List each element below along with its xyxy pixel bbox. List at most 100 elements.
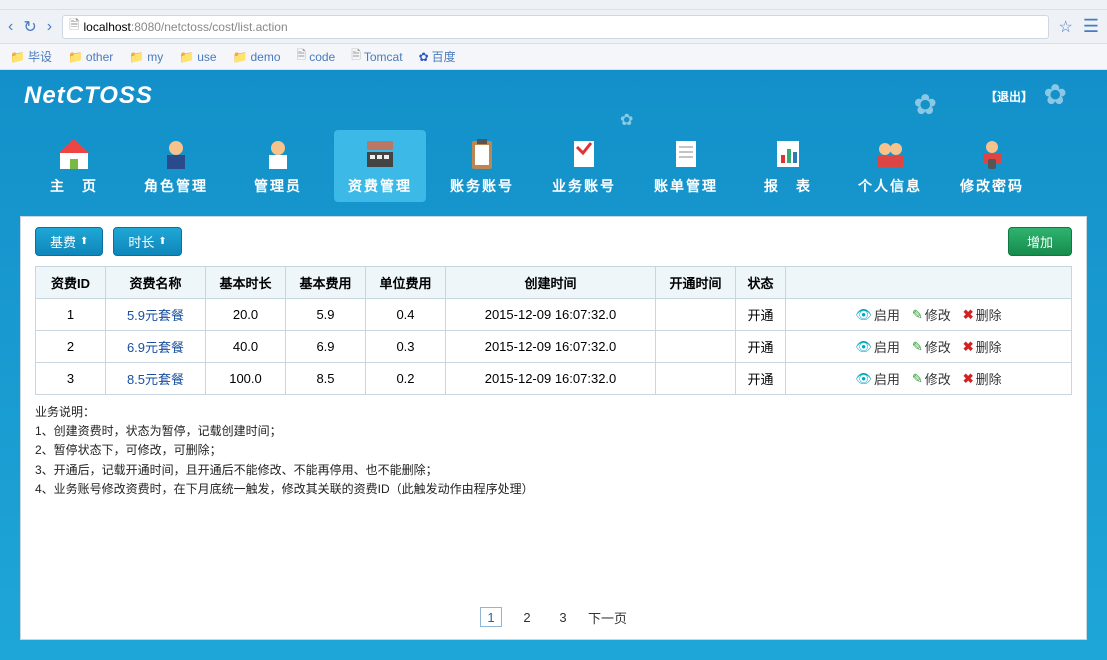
nav-service[interactable]: 业务账号 (538, 130, 630, 202)
sort-fee-button[interactable]: 基费⬆ (35, 227, 103, 256)
clipboard-icon (464, 136, 500, 172)
cell-status: 开通 (736, 363, 786, 395)
admin-icon (260, 136, 296, 172)
table-row: 26.9元套餐40.06.90.32015-12-09 16:07:32.0开通… (36, 331, 1072, 363)
table-row: 15.9元套餐20.05.90.42015-12-09 16:07:32.0开通… (36, 299, 1072, 331)
package-link[interactable]: 8.5元套餐 (127, 372, 184, 387)
eye-icon: 👁 (855, 371, 872, 387)
cell-dur: 100.0 (206, 363, 286, 395)
bookmark-item[interactable]: 📁my (129, 50, 163, 64)
cell-actions: 👁启用 ✎修改 ✖删除 (786, 363, 1072, 395)
col-base: 基本费用 (286, 267, 366, 299)
sort-time-button[interactable]: 时长⬆ (113, 227, 181, 256)
role-icon (158, 136, 194, 172)
bill-icon (668, 136, 704, 172)
star-icon[interactable]: ☆ (1059, 17, 1073, 37)
cell-ctime: 2015-12-09 16:07:32.0 (446, 331, 656, 363)
nav-profile[interactable]: 个人信息 (844, 130, 936, 202)
package-link[interactable]: 6.9元套餐 (127, 340, 184, 355)
url-host: localhost (84, 20, 131, 34)
add-button[interactable]: 增加 (1008, 227, 1072, 256)
cell-name: 5.9元套餐 (106, 299, 206, 331)
cell-unit: 0.3 (366, 331, 446, 363)
nav-report[interactable]: 报 表 (742, 130, 834, 202)
app-header: NetCTOSS 退出 (0, 70, 1107, 122)
delete-action[interactable]: ✖删除 (963, 369, 1002, 388)
page-3[interactable]: 3 (552, 607, 574, 627)
main-nav: 主 页 角色管理 管理员 资费管理 账务账号 业务账号 账单管理 报 表 (0, 122, 1107, 202)
address-bar[interactable]: 🗎 localhost:8080/netctoss/cost/list.acti… (62, 15, 1048, 39)
cell-unit: 0.2 (366, 363, 446, 395)
cost-table: 资费ID 资费名称 基本时长 基本费用 单位费用 创建时间 开通时间 状态 1 5… (35, 266, 1072, 395)
delete-icon: ✖ (963, 307, 974, 323)
edit-action[interactable]: ✎修改 (912, 337, 951, 356)
page-2[interactable]: 2 (516, 607, 538, 627)
col-status: 状态 (736, 267, 786, 299)
nav-password[interactable]: 修改密码 (946, 130, 1038, 202)
reload-icon[interactable]: ↻ (23, 17, 36, 37)
menu-icon[interactable]: ☰ (1083, 16, 1099, 37)
nav-cost[interactable]: 资费管理 (334, 130, 426, 202)
page-icon: 🗎 (297, 46, 307, 67)
edit-action[interactable]: ✎修改 (912, 305, 951, 324)
col-dur: 基本时长 (206, 267, 286, 299)
cell-ctime: 2015-12-09 16:07:32.0 (446, 299, 656, 331)
forward-icon[interactable]: › (47, 18, 52, 36)
nav-account[interactable]: 账务账号 (436, 130, 528, 202)
col-name: 资费名称 (106, 267, 206, 299)
cell-unit: 0.4 (366, 299, 446, 331)
arrow-up-icon: ⬆ (80, 236, 88, 247)
table-header-row: 资费ID 资费名称 基本时长 基本费用 单位费用 创建时间 开通时间 状态 (36, 267, 1072, 299)
edit-action[interactable]: ✎修改 (912, 369, 951, 388)
nav-bill[interactable]: 账单管理 (640, 130, 732, 202)
page-1[interactable]: 1 (480, 607, 502, 627)
enable-action[interactable]: 👁启用 (855, 337, 900, 356)
notes-line: 2、暂停状态下，可修改，可删除； (35, 441, 1072, 460)
page-icon: 🗎 (69, 16, 79, 38)
nav-roles[interactable]: 角色管理 (130, 130, 222, 202)
page-next[interactable]: 下一页 (588, 608, 627, 627)
eye-icon: 👁 (855, 339, 872, 355)
notes-line: 4、业务账号修改资费时，在下月底统一触发，修改其关联的资费ID（此触发动作由程序… (35, 480, 1072, 499)
cell-actions: 👁启用 ✎修改 ✖删除 (786, 331, 1072, 363)
cell-otime (656, 363, 736, 395)
col-unit: 单位费用 (366, 267, 446, 299)
bookmark-item[interactable]: 📁use (179, 50, 216, 64)
nav-admin[interactable]: 管理员 (232, 130, 324, 202)
cell-id: 2 (36, 331, 106, 363)
notes-line: 3、开通后，记载开通时间，且开通后不能修改、不能再停用、也不能删除； (35, 461, 1072, 480)
cell-base: 8.5 (286, 363, 366, 395)
delete-icon: ✖ (963, 371, 974, 387)
app-root: ✿ ✿ ✿ NetCTOSS 退出 主 页 角色管理 管理员 资费管理 账务账号… (0, 70, 1107, 660)
delete-action[interactable]: ✖删除 (963, 337, 1002, 356)
delete-action[interactable]: ✖删除 (963, 305, 1002, 324)
back-icon[interactable]: ‹ (8, 18, 13, 36)
package-link[interactable]: 5.9元套餐 (127, 308, 184, 323)
home-icon (56, 136, 92, 172)
nav-home[interactable]: 主 页 (28, 130, 120, 202)
enable-action[interactable]: 👁启用 (855, 369, 900, 388)
browser-tabstrip (0, 0, 1107, 10)
folder-icon: 📁 (179, 50, 194, 64)
people-icon (872, 136, 908, 172)
eye-icon: 👁 (855, 307, 872, 323)
bookmark-item[interactable]: 📁demo (233, 50, 281, 64)
logout-link[interactable]: 退出 (985, 88, 1033, 105)
enable-action[interactable]: 👁启用 (855, 305, 900, 324)
bookmark-item[interactable]: 🗎Tomcat (351, 46, 402, 67)
cell-otime (656, 299, 736, 331)
cell-name: 8.5元套餐 (106, 363, 206, 395)
cell-status: 开通 (736, 331, 786, 363)
report-icon (770, 136, 806, 172)
cell-id: 1 (36, 299, 106, 331)
bookmark-item[interactable]: 🗎code (297, 46, 336, 67)
baidu-icon: ✿ (419, 50, 429, 64)
delete-icon: ✖ (963, 339, 974, 355)
browser-toolbar: ‹ ↻ › 🗎 localhost:8080/netctoss/cost/lis… (0, 10, 1107, 44)
folder-icon: 📁 (10, 50, 25, 64)
bookmark-item[interactable]: 📁other (68, 50, 113, 64)
col-actions (786, 267, 1072, 299)
bookmark-item[interactable]: 📁毕设 (10, 48, 52, 65)
notes-line: 1、创建资费时，状态为暂停，记载创建时间； (35, 422, 1072, 441)
bookmark-item[interactable]: ✿百度 (419, 48, 456, 65)
